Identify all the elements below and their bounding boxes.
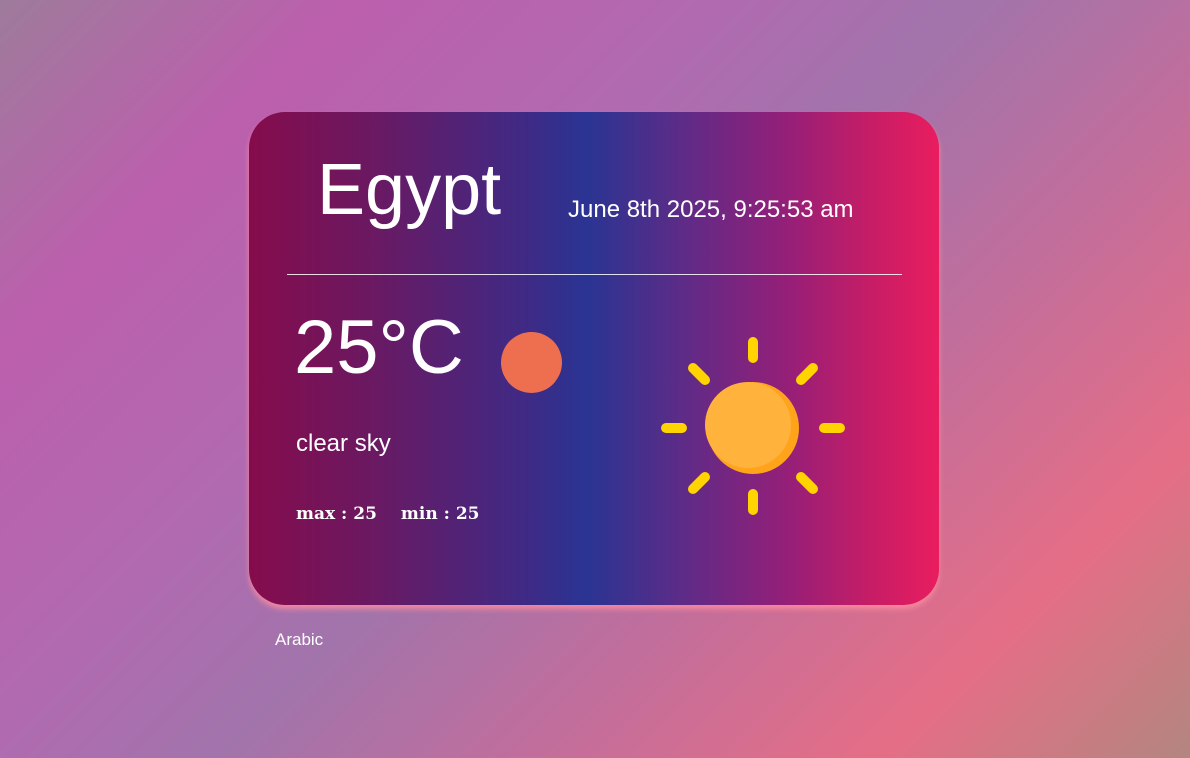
min-max-temperatures: max : 25 min : 25 — [296, 506, 480, 523]
min-temperature: min : 25 — [400, 504, 480, 524]
city-name: Egypt — [317, 150, 502, 230]
weather-card: Egypt June 8th 2025, 9:25:53 am 25°C cle… — [249, 112, 939, 605]
current-datetime: June 8th 2025, 9:25:53 am — [568, 196, 854, 223]
max-temperature: max : 25 — [296, 504, 377, 524]
language-toggle-link[interactable]: Arabic — [275, 630, 323, 650]
header-divider — [287, 274, 902, 275]
sun-icon — [661, 337, 845, 515]
temperature-indicator-icon — [501, 332, 562, 393]
weather-description: clear sky — [296, 430, 391, 457]
temperature-value: 25°C — [294, 305, 464, 390]
